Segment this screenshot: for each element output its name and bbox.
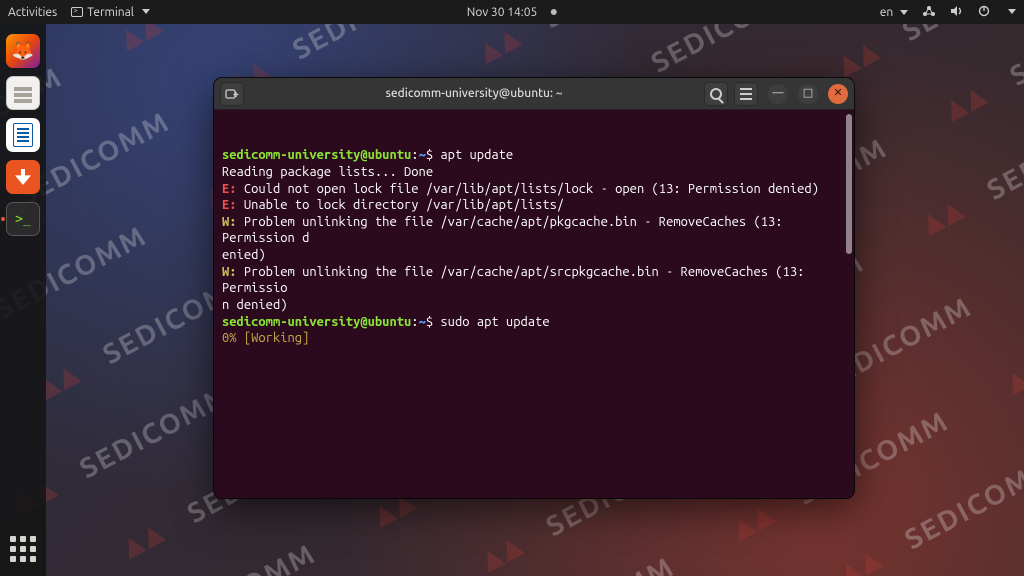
dock: 🦊 >_: [0, 24, 46, 576]
command-2: sudo apt update: [440, 315, 549, 329]
active-app-menu[interactable]: Terminal: [71, 6, 150, 19]
maximize-icon: □: [803, 88, 813, 99]
output-line: enied): [222, 248, 266, 262]
dock-app-firefox[interactable]: 🦊: [6, 34, 40, 68]
maximize-button[interactable]: □: [798, 84, 818, 104]
warn-prefix: W:: [222, 215, 237, 229]
dock-app-terminal[interactable]: >_: [6, 202, 40, 236]
output-line: n denied): [222, 298, 288, 312]
window-title: sedicomm-university@ubuntu: ~: [250, 87, 698, 100]
new-tab-button[interactable]: [220, 82, 244, 106]
output-line: Problem unlinking the file /var/cache/ap…: [222, 265, 812, 296]
gnome-topbar: Activities Terminal Nov 30 14:05 en: [0, 0, 1024, 24]
window-titlebar[interactable]: sedicomm-university@ubuntu: ~ — □ ✕: [214, 78, 854, 110]
command-1: apt update: [440, 148, 513, 162]
activities-button[interactable]: Activities: [8, 6, 57, 19]
warn-prefix: W:: [222, 265, 237, 279]
close-icon: ✕: [833, 88, 842, 99]
dock-app-writer[interactable]: [6, 118, 40, 152]
power-icon[interactable]: [978, 5, 990, 20]
dock-app-software[interactable]: [6, 160, 40, 194]
dock-app-files[interactable]: [6, 76, 40, 110]
search-icon: [710, 88, 722, 100]
input-language[interactable]: en: [880, 6, 908, 19]
output-line: Could not open lock file /var/lib/apt/li…: [237, 182, 819, 196]
minimize-button[interactable]: —: [768, 84, 788, 104]
terminal-icon: [71, 7, 83, 17]
terminal-icon: >_: [15, 212, 31, 227]
notification-dot-icon: [551, 9, 557, 15]
hamburger-icon: [740, 88, 752, 100]
terminal-viewport[interactable]: sedicomm-university@ubuntu:~$ apt update…: [214, 110, 854, 498]
error-prefix: E:: [222, 198, 237, 212]
prompt-path: ~: [419, 315, 426, 329]
prompt-path: ~: [419, 148, 426, 162]
minimize-icon: —: [773, 88, 784, 99]
firefox-icon: 🦊: [12, 41, 34, 62]
document-icon: [13, 123, 33, 147]
datetime-label: Nov 30 14:05: [467, 6, 537, 19]
chevron-down-icon: [142, 9, 150, 14]
files-icon: [14, 87, 32, 91]
chevron-down-icon[interactable]: [1008, 9, 1016, 14]
clock-menu[interactable]: Nov 30 14:05: [467, 6, 557, 19]
error-prefix: E:: [222, 182, 237, 196]
prompt-user: sedicomm-university@ubuntu: [222, 148, 411, 162]
progress-line: 0% [Working]: [222, 331, 309, 345]
terminal-window: sedicomm-university@ubuntu: ~ — □ ✕ sedi…: [214, 78, 854, 498]
terminal-scrollbar[interactable]: [846, 114, 852, 254]
active-app-label: Terminal: [87, 6, 134, 19]
network-icon[interactable]: [922, 5, 936, 20]
software-icon: [13, 169, 33, 185]
new-tab-icon: [225, 88, 239, 100]
output-line: Reading package lists... Done: [222, 165, 433, 179]
close-button[interactable]: ✕: [828, 84, 848, 104]
search-button[interactable]: [704, 82, 728, 106]
prompt-user: sedicomm-university@ubuntu: [222, 315, 411, 329]
output-line: Problem unlinking the file /var/cache/ap…: [222, 215, 790, 246]
show-applications-button[interactable]: [6, 532, 40, 566]
volume-icon[interactable]: [950, 5, 964, 20]
chevron-down-icon: [900, 10, 908, 15]
menu-button[interactable]: [734, 82, 758, 106]
output-line: Unable to lock directory /var/lib/apt/li…: [237, 198, 565, 212]
